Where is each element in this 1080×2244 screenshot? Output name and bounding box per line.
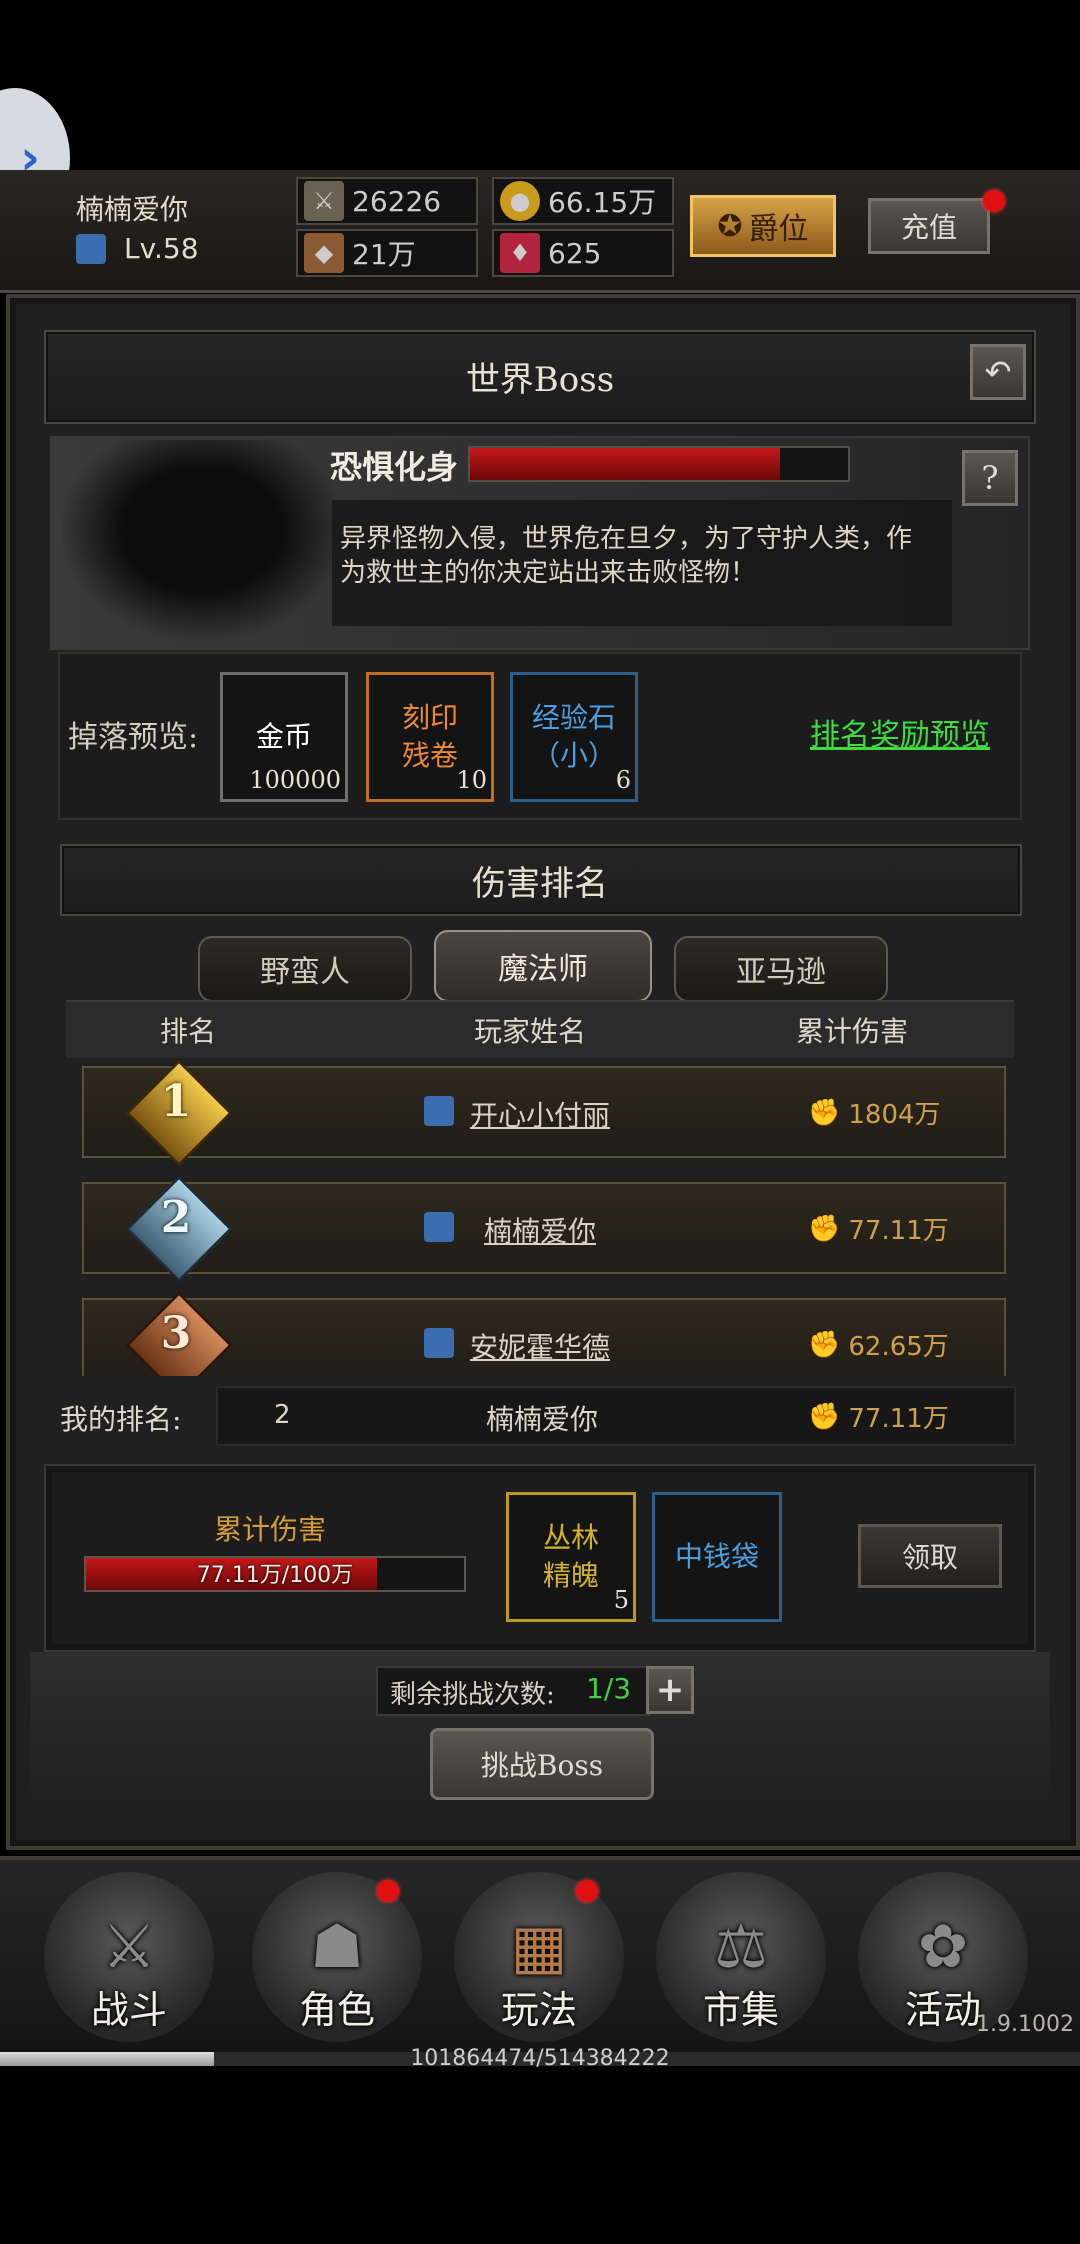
drops-label: 掉落预览: [68,720,199,755]
cumulative-label: 累计伤害 [214,1513,327,1546]
boss-silhouette [62,440,342,640]
book-icon: ▦ [510,1912,568,1982]
cumulative-progress-text: 77.11万/100万 [196,1563,354,1588]
recharge-button[interactable]: 充值 [868,198,990,254]
drop-item-engrave-scroll[interactable]: 刻印 残卷 10 [366,672,494,802]
rank-number: 2 [160,1192,192,1243]
reward-item-jungle-essence[interactable]: 丛林 精魄 5 [506,1492,636,1622]
boss-hp-fill [470,448,780,480]
column-rank: 排名 [160,1015,217,1048]
class-badge-icon [424,1096,454,1126]
remaining-attempts-label: 剩余挑战次数: [390,1680,555,1710]
fist-icon: ✊ [808,1097,841,1128]
column-total-damage: 累计伤害 [796,1015,909,1048]
download-progress-text: 101864474/514384222 [410,2046,670,2071]
player-name: 楠楠爱你 [76,193,189,226]
battle-icon: ⚔ [102,1912,156,1982]
gold-stat[interactable]: ● 66.15万 [492,177,674,225]
helmet-icon: ☗ [310,1912,364,1982]
attack-stat: ⚔ 26226 [296,177,478,225]
status-area [0,0,1080,170]
recharge-notification-dot [983,190,1005,212]
tab-mage[interactable]: 魔法师 [434,930,652,1002]
damage-value: ✊ 1804万 [808,1097,941,1131]
reward-item-medium-purse[interactable]: 中钱袋 [652,1492,782,1622]
rank-number: 3 [160,1308,192,1359]
class-badge-icon [424,1212,454,1242]
my-rank-value: 2 [274,1400,291,1430]
damage-value: ✊ 62.65万 [808,1329,949,1363]
nav-battle[interactable]: ⚔ 战斗 [44,1872,214,2042]
ranking-title: 伤害排名 [472,864,608,904]
damage-value: ✊ 77.11万 [808,1213,949,1247]
version-label: 1.9.1002 [976,2012,1074,2037]
gem-icon: ♦ [500,233,540,273]
tab-amazon[interactable]: 亚马逊 [674,936,888,1002]
remaining-attempts-value: 1/3 [586,1672,632,1705]
reward-preview-link[interactable]: 排名奖励预览 [810,710,990,754]
nav-market[interactable]: ⚖ 市集 [656,1872,826,2042]
player-name-link[interactable]: 开心小付丽 [470,1094,610,1134]
gameplay-notification-dot [576,1880,598,1902]
my-rank-label: 我的排名: [60,1403,182,1436]
gold-coin-icon: ● [500,181,540,221]
return-arrow-icon: ↶ [984,353,1012,391]
drop-item-exp-stone[interactable]: 经验石 （小） 6 [510,672,638,802]
crest-icon: ✪ [717,208,743,244]
ranking-list[interactable]: 1 开心小付丽 ✊ 1804万 2 楠楠爱你 ✊ 77.11万 3 安妮霍华德 ✊ 6… [66,1058,1014,1376]
boss-description: 异界怪物入侵，世界危在旦夕，为了守护人类，作为救世主的你决定站出来击败怪物！ [340,524,913,588]
class-badge-icon [76,234,106,264]
page-title: 世界Boss [465,360,615,400]
back-button[interactable]: ↶ [970,344,1026,400]
scales-icon: ⚖ [714,1912,768,1982]
boss-name: 恐惧化身 [330,448,459,486]
rank-number: 1 [160,1076,192,1127]
my-damage-value: ✊ 77.11万 [808,1401,949,1435]
challenge-boss-button[interactable]: 挑战Boss [430,1728,654,1800]
class-badge-icon [424,1328,454,1358]
player-level: Lv.58 [124,232,199,265]
drop-item-gold[interactable]: 金币 100000 [220,672,348,802]
rank-title-button[interactable]: ✪ 爵位 [690,195,836,257]
boss-hp-bar [468,446,850,482]
sword-icon: ⚔ [304,181,344,221]
player-name-link[interactable]: 楠楠爱你 [484,1210,596,1250]
tab-barbarian[interactable]: 野蛮人 [198,936,412,1002]
fist-icon: ✊ [808,1401,841,1432]
add-attempts-button[interactable]: + [646,1666,694,1714]
help-button[interactable]: ? [962,450,1018,506]
nav-gameplay[interactable]: ▦ 玩法 [454,1872,624,2042]
defense-stat: ◆ 21万 [296,229,478,277]
fist-icon: ✊ [808,1329,841,1360]
column-player-name: 玩家姓名 [474,1015,587,1048]
fist-icon: ✊ [808,1213,841,1244]
player-name-link[interactable]: 安妮霍华德 [470,1326,610,1366]
claim-button[interactable]: 领取 [858,1524,1002,1588]
armor-icon: ◆ [304,233,344,273]
gem-stat[interactable]: ♦ 625 [492,229,674,277]
character-notification-dot [377,1880,399,1902]
my-name: 楠楠爱你 [486,1403,599,1436]
flower-icon: ✿ [917,1912,969,1982]
